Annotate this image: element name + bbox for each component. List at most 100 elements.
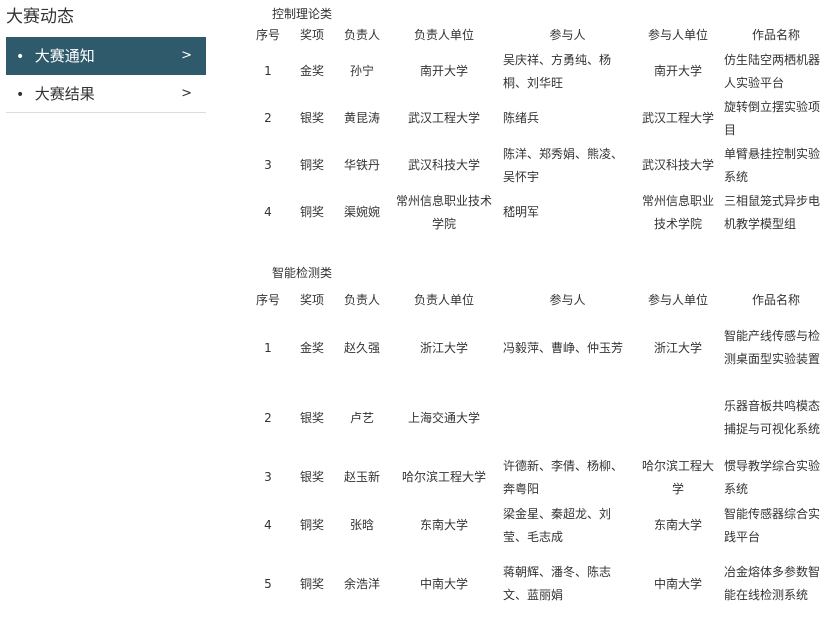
cell-no: 3 [264,470,272,484]
cell-leader: 渠婉婉 [343,205,380,219]
cell-member-unit [635,383,721,453]
cell-work: 智能产线传感与检测桌面型实验装置 [724,329,821,366]
award-table: 序号 奖项 负责人 负责人单位 参与人 参与人单位 作品名称 1 金奖 孙宁 南… [248,22,831,236]
cell-award: 金奖 [299,64,324,78]
table-row: 5 铜奖 余浩洋 中南大学 蒋朝辉、潘冬、陈志文、蓝丽娟 中南大学 冶金熔体多参… [248,549,831,619]
cell-work: 仿生陆空两栖机器人实验平台 [724,52,821,90]
cell-members: 冯毅萍、曹峥、仲玉芳 [503,340,624,355]
award-table: 序号 奖项 负责人 负责人单位 参与人 参与人单位 作品名称 1 金奖 赵久强 … [248,287,831,619]
cell-no: 2 [264,111,272,125]
cell-members: 吴庆祥、方勇纯、杨桐、刘华旺 [503,52,612,90]
bullet-icon: • [16,49,25,65]
cell-award: 铜奖 [299,158,324,172]
cell-member-unit: 武汉科技大学 [641,158,714,172]
table-header-row: 序号 奖项 负责人 负责人单位 参与人 参与人单位 作品名称 [248,287,831,313]
cell-leader-unit: 南开大学 [419,64,468,78]
cell-leader: 孙宁 [349,64,374,78]
sidebar-menu: • 大赛通知 > • 大赛结果 > [6,37,206,113]
cell-work: 单臂悬挂控制实验系统 [724,146,821,184]
header-work: 作品名称 [751,292,800,307]
header-leader: 负责人 [343,27,380,42]
cell-no: 4 [264,205,272,219]
cell-leader: 华铁丹 [343,158,380,172]
cell-leader: 黄昆涛 [343,111,380,125]
cell-no: 3 [264,158,272,172]
cell-members: 蒋朝辉、潘冬、陈志文、蓝丽娟 [503,565,612,602]
cell-no: 2 [264,410,272,425]
header-work: 作品名称 [751,27,800,42]
cell-award: 银奖 [299,410,324,425]
cell-leader: 张晗 [349,518,374,532]
header-member-unit: 参与人单位 [647,27,708,42]
cell-no: 1 [264,64,272,78]
cell-award: 银奖 [299,111,324,125]
table-header-row: 序号 奖项 负责人 负责人单位 参与人 参与人单位 作品名称 [248,22,831,48]
page-title: 大赛动态 [6,7,74,27]
cell-member-unit: 浙江大学 [653,340,702,355]
cell-members: 许德新、李倩、杨柳、奔粤阳 [503,458,624,496]
cell-work: 乐器音板共鸣模态捕捉与可视化系统 [724,399,821,436]
table-row: 4 铜奖 渠婉婉 常州信息职业技术学院 嵇明军 常州信息职业技术学院 三相鼠笼式… [248,189,831,236]
cell-member-unit: 东南大学 [653,518,702,532]
header-leader-unit: 负责人单位 [413,292,474,307]
cell-leader-unit: 武汉工程大学 [407,111,480,125]
cell-member-unit: 南开大学 [653,64,702,78]
cell-leader: 赵玉新 [343,470,380,484]
cell-members: 梁金星、秦超龙、刘莹、毛志成 [503,506,612,544]
cell-no: 5 [264,576,272,591]
cell-no: 4 [264,518,272,532]
table-row: 2 银奖 卢艺 上海交通大学 乐器音板共鸣模态捕捉与可视化系统 [248,383,831,453]
header-award: 奖项 [299,27,324,42]
sidebar-item-label: 大赛通知 [34,47,95,65]
sidebar-item-results[interactable]: • 大赛结果 > [6,75,206,113]
header-no: 序号 [255,292,280,307]
cell-member-unit: 武汉工程大学 [641,111,714,125]
sidebar-item-label: 大赛结果 [34,85,95,103]
bullet-icon: • [16,87,25,103]
cell-leader-unit: 浙江大学 [419,340,468,355]
chevron-right-icon: > [181,86,192,101]
header-members: 参与人 [549,27,586,42]
table-row: 1 金奖 孙宁 南开大学 吴庆祥、方勇纯、杨桐、刘华旺 南开大学 仿生陆空两栖机… [248,48,831,95]
cell-award: 铜奖 [299,205,324,219]
cell-member-unit: 哈尔滨工程大学 [641,458,714,496]
cell-leader: 余浩洋 [343,576,380,591]
cell-leader: 赵久强 [343,340,380,355]
section-title: 控制理论类 [272,7,333,21]
table-row: 3 银奖 赵玉新 哈尔滨工程大学 许德新、李倩、杨柳、奔粤阳 哈尔滨工程大学 惯… [248,453,831,502]
cell-award: 铜奖 [299,518,324,532]
cell-work: 冶金熔体多参数智能在线检测系统 [724,565,821,602]
cell-no: 1 [264,340,272,355]
cell-work: 三相鼠笼式异步电机教学模型组 [724,193,821,231]
cell-work: 旋转倒立摆实验项目 [724,99,821,137]
header-no: 序号 [255,27,280,42]
cell-members [500,383,635,453]
chevron-right-icon: > [181,48,192,63]
table-row: 3 铜奖 华铁丹 武汉科技大学 陈洋、郑秀娟、熊凌、吴怀宇 武汉科技大学 单臂悬… [248,142,831,189]
cell-members: 陈绪兵 [503,111,540,125]
cell-award: 铜奖 [299,576,324,591]
cell-leader: 卢艺 [349,410,374,425]
cell-work: 惯导教学综合实验系统 [724,458,821,496]
table-row: 2 银奖 黄昆涛 武汉工程大学 陈绪兵 武汉工程大学 旋转倒立摆实验项目 [248,95,831,142]
header-leader-unit: 负责人单位 [413,27,474,42]
cell-award: 银奖 [299,470,324,484]
table-row: 4 铜奖 张晗 东南大学 梁金星、秦超龙、刘莹、毛志成 东南大学 智能传感器综合… [248,502,831,549]
cell-member-unit: 常州信息职业技术学院 [641,193,714,231]
cell-leader-unit: 上海交通大学 [407,410,480,425]
cell-award: 金奖 [299,340,324,355]
cell-members: 嵇明军 [503,205,540,219]
cell-members: 陈洋、郑秀娟、熊凌、吴怀宇 [503,146,624,184]
table-row: 1 金奖 赵久强 浙江大学 冯毅萍、曹峥、仲玉芳 浙江大学 智能产线传感与检测桌… [248,313,831,383]
cell-work: 智能传感器综合实践平台 [724,506,821,544]
cell-leader-unit: 常州信息职业技术学院 [395,193,492,231]
section-title: 智能检测类 [272,266,333,280]
cell-member-unit: 中南大学 [653,576,702,591]
header-leader: 负责人 [343,292,380,307]
sidebar-item-notice[interactable]: • 大赛通知 > [6,37,206,75]
header-member-unit: 参与人单位 [647,292,708,307]
header-members: 参与人 [549,292,586,307]
cell-leader-unit: 东南大学 [419,518,468,532]
cell-leader-unit: 中南大学 [419,576,468,591]
cell-leader-unit: 武汉科技大学 [407,158,480,172]
